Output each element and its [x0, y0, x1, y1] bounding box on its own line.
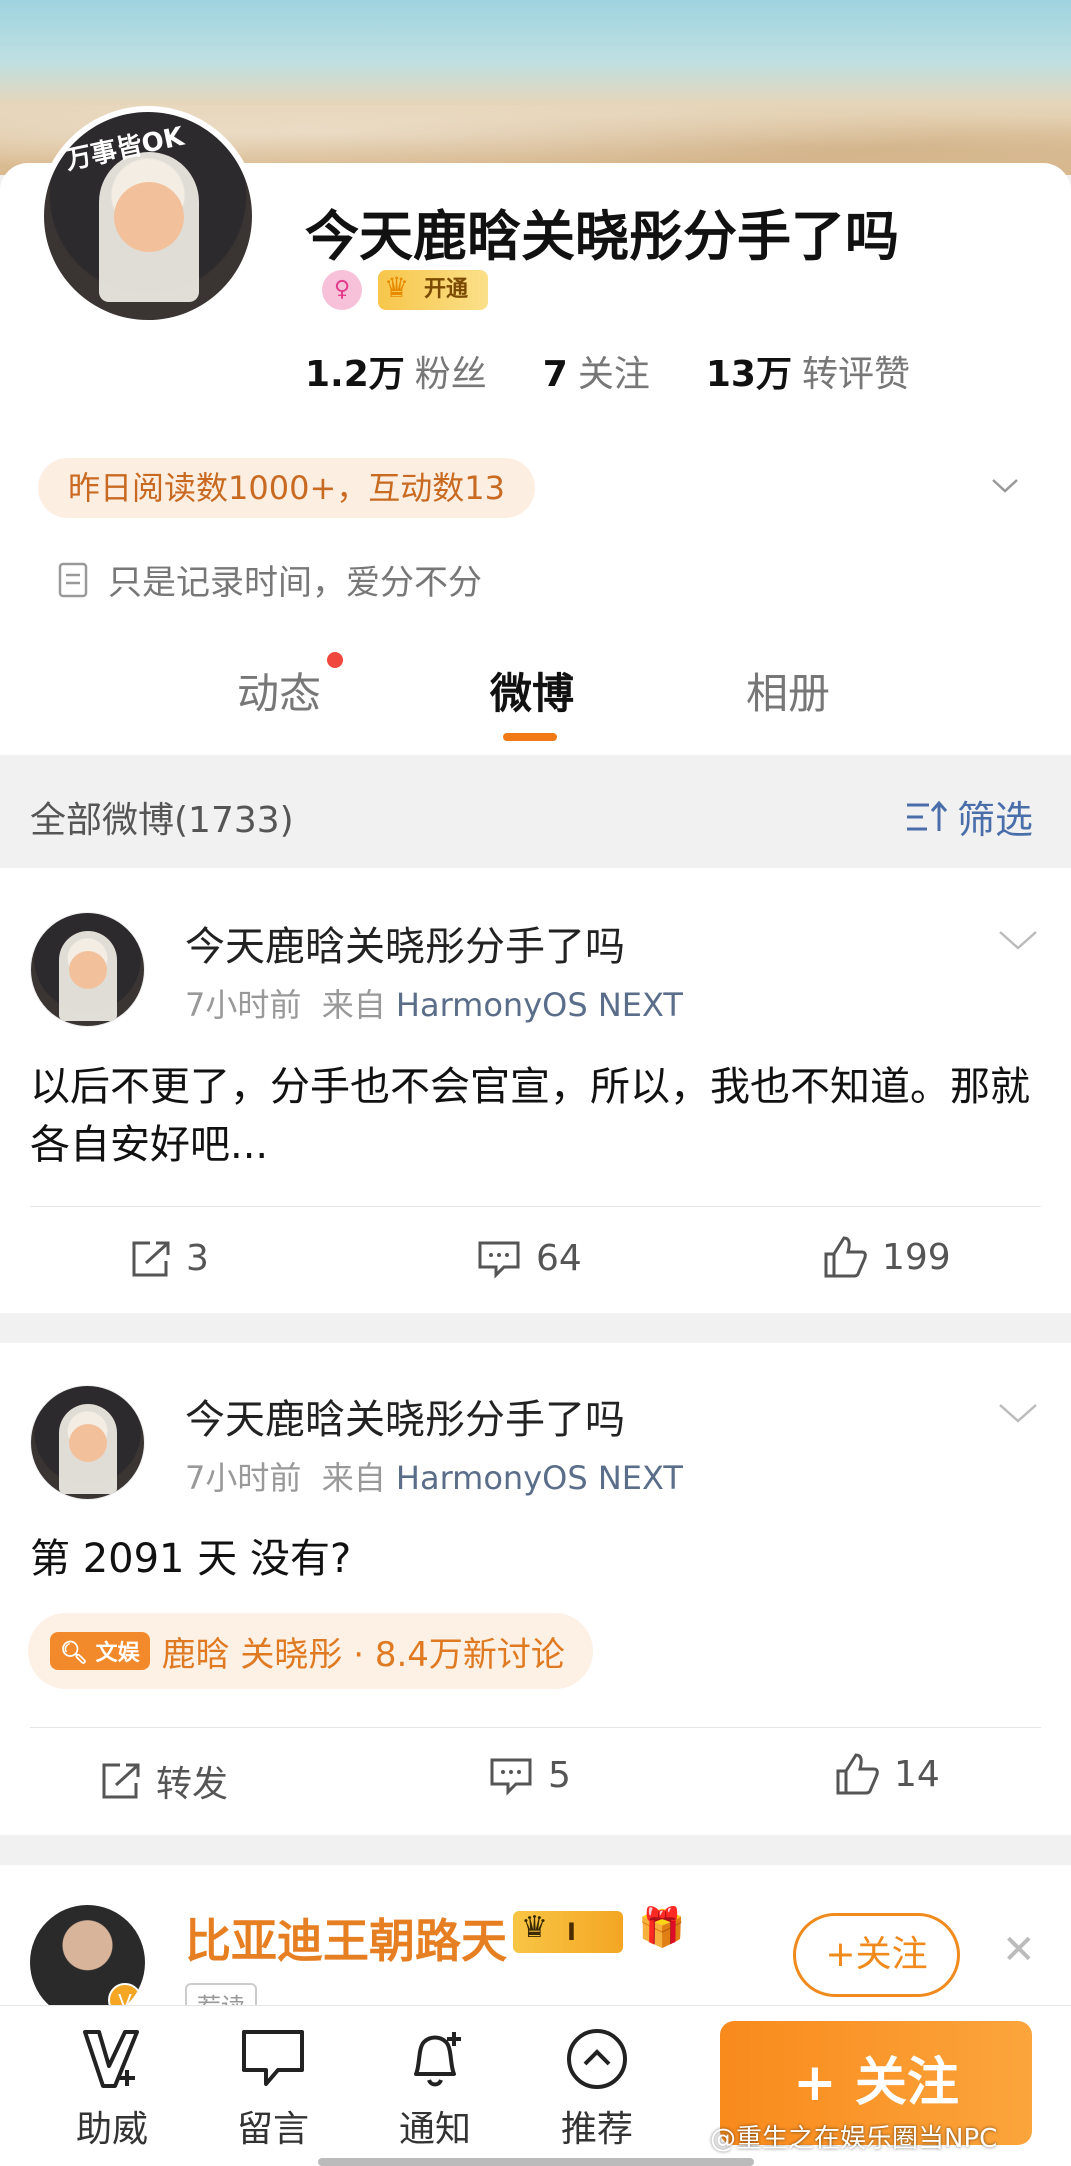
profile-username: 今天鹿晗关晓彤分手了吗 [305, 205, 899, 268]
cheer-button[interactable]: 助威 [57, 2026, 167, 2152]
notification-dot [327, 652, 343, 668]
member-level-badge: ♛ I [513, 1910, 623, 1953]
crown-icon: ♛ [384, 271, 410, 304]
profile-tabs: 动态 微博 相册 [0, 652, 1071, 755]
repost-count: 3 [186, 1238, 209, 1279]
chevron-down-icon[interactable] [998, 1401, 1038, 1425]
comment-button[interactable]: 64 [476, 1238, 582, 1279]
post-meta: 7小时前 来自 HarmonyOS NEXT [185, 980, 683, 1026]
share-icon [102, 1763, 140, 1799]
post-card[interactable]: 今天鹿晗关晓彤分手了吗 7小时前 来自 HarmonyOS NEXT 以后不更了… [0, 868, 1071, 1313]
divider [30, 1206, 1041, 1207]
like-button[interactable]: 14 [834, 1751, 940, 1797]
profile-bio: 只是记录时间，爱分不分 [58, 555, 482, 604]
stat-interactions[interactable]: 13万 转评赞 [706, 345, 910, 397]
topic-pill[interactable]: 🔍︎ 文娱 鹿晗 关晓彤 · 8.4万新讨论 [28, 1613, 593, 1689]
post-author[interactable]: 今天鹿晗关晓彤分手了吗 [185, 1387, 625, 1445]
share-icon [132, 1241, 170, 1276]
bio-text: 只是记录时间，爱分不分 [108, 563, 482, 603]
follow-button[interactable]: +关注 [793, 1913, 960, 1997]
chevron-up-circle-icon [567, 2029, 627, 2089]
post-time: 7小时前 [185, 986, 302, 1024]
post-source-prefix: 来自 [321, 1459, 386, 1497]
read-stats-pill[interactable]: 昨日阅读数1000+，互动数13 [38, 458, 535, 518]
post-count-title: 全部微博(1733) [30, 800, 294, 841]
document-icon [58, 562, 88, 597]
post-source-prefix: 来自 [321, 986, 386, 1024]
post-time: 7小时前 [185, 1459, 302, 1497]
stat-following[interactable]: 7 关注 [543, 345, 650, 397]
profile-avatar[interactable]: 万事皆OK [38, 106, 258, 326]
notify-label: 通知 [398, 2109, 471, 2150]
tab-weibo[interactable]: 微博 [490, 660, 574, 721]
post-meta: 7小时前 来自 HarmonyOS NEXT [185, 1453, 683, 1499]
filter-label: 筛选 [957, 798, 1034, 842]
message-label: 留言 [236, 2109, 309, 2150]
filter-button[interactable]: 筛选 [905, 789, 1033, 844]
post-avatar[interactable] [30, 912, 145, 1027]
cheer-icon [83, 2030, 139, 2088]
post-source: HarmonyOS NEXT [395, 986, 683, 1024]
divider [30, 1727, 1041, 1728]
post-source: HarmonyOS NEXT [395, 1459, 683, 1497]
post-text: 以后不更了，分手也不会官宣，所以，我也不知道。那就各自安好吧... [30, 1064, 1030, 1168]
close-icon[interactable]: ✕ [1002, 1927, 1036, 1973]
cheer-label: 助威 [75, 2109, 148, 2150]
comment-button[interactable]: 5 [488, 1755, 571, 1796]
filter-icon [907, 800, 948, 831]
repost-label: 转发 [156, 1764, 229, 1805]
chevron-down-icon[interactable] [998, 928, 1038, 952]
post-author[interactable]: 今天鹿晗关晓彤分手了吗 [185, 914, 625, 972]
notify-button[interactable]: 通知 [380, 2026, 490, 2152]
recommend-label: 推荐 [560, 2109, 633, 2150]
comment-count: 64 [536, 1238, 582, 1279]
repost-button[interactable]: 3 [128, 1238, 209, 1279]
thumbs-up-icon [836, 1753, 879, 1795]
active-tab-indicator [503, 733, 557, 741]
post-text: 第 2091 天 没有? [30, 1536, 352, 1582]
comment-count: 5 [548, 1755, 571, 1796]
like-button[interactable]: 199 [822, 1234, 951, 1280]
profile-stats: 1.2万 粉丝 7 关注 13万 转评赞 [305, 345, 910, 397]
message-icon [242, 2030, 304, 2086]
topic-label: 鹿晗 关晓彤 · 8.4万新讨论 [161, 1634, 565, 1675]
profile-header: 万事皆OK 今天鹿晗关晓彤分手了吗 ♀ ♛ 开通 1.2万 粉丝 7 关注 13万转… [0, 106, 1071, 755]
tab-album[interactable]: 相册 [746, 660, 830, 721]
post-avatar[interactable] [30, 1385, 145, 1500]
vip-label: 开通 [424, 277, 469, 302]
topic-category-tag: 🔍︎ 文娱 [50, 1632, 150, 1670]
crown-icon: ♛ [521, 1910, 548, 1945]
comment-icon [490, 1758, 532, 1796]
repost-button[interactable]: 转发 [98, 1755, 228, 1807]
comment-icon [478, 1241, 520, 1279]
post-filter-bar: 全部微博(1733) 筛选 [0, 755, 1071, 865]
chevron-down-icon[interactable] [990, 470, 1020, 500]
gift-icon: 🎁 [638, 1905, 686, 1949]
thumbs-up-icon [824, 1236, 867, 1278]
recommended-name[interactable]: 比亚迪王朝路天 [185, 1905, 507, 1971]
tab-dynamics[interactable]: 动态 [237, 660, 321, 721]
message-button[interactable]: 留言 [218, 2026, 328, 2152]
like-count: 199 [882, 1236, 951, 1278]
recommend-button[interactable]: 推荐 [542, 2026, 652, 2152]
like-count: 14 [894, 1753, 940, 1795]
home-indicator[interactable] [318, 2158, 754, 2166]
bell-icon [414, 2032, 461, 2087]
recommended-avatar[interactable]: V [30, 1905, 145, 2020]
vip-badge[interactable]: ♛ 开通 [378, 270, 488, 310]
watermark: @重生之在娱乐圈当NPC [710, 2124, 998, 2154]
stat-fans[interactable]: 1.2万 粉丝 [305, 345, 487, 397]
female-badge-icon[interactable]: ♀ [322, 270, 362, 310]
post-card[interactable]: 今天鹿晗关晓彤分手了吗 7小时前 来自 HarmonyOS NEXT 第 209… [0, 1343, 1071, 1835]
